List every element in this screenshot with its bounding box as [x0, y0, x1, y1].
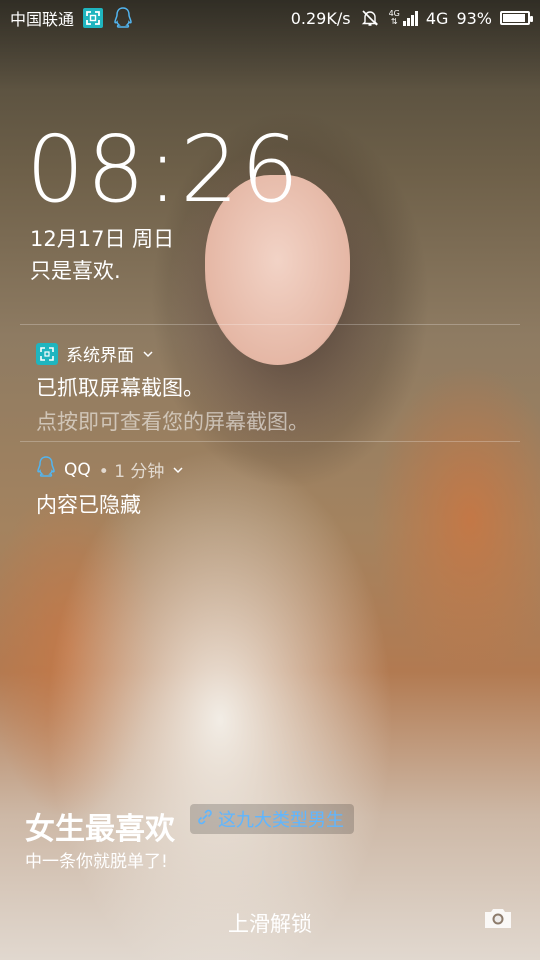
- status-bar: 中国联通 0.29K/s 4G ⇅ 4G 93%: [0, 0, 540, 36]
- carrier-label: 中国联通: [10, 10, 75, 29]
- qq-app-icon: [36, 456, 56, 483]
- chevron-down-icon[interactable]: [142, 344, 154, 364]
- lock-signature: 只是喜欢.: [30, 259, 121, 283]
- lock-clock: 08:26: [26, 116, 302, 223]
- notification-header: 系统界面: [36, 341, 504, 366]
- status-right: 0.29K/s 4G ⇅ 4G 93%: [290, 7, 533, 29]
- lock-date: 12月17日 周日: [30, 227, 175, 251]
- unlock-hint[interactable]: 上滑解锁: [0, 908, 540, 938]
- promo-link[interactable]: 这九大类型男生: [190, 804, 354, 834]
- divider: [20, 324, 520, 325]
- battery-percent: 93%: [456, 8, 492, 28]
- screenshot-app-icon: [36, 342, 58, 365]
- camera-icon[interactable]: [482, 905, 514, 931]
- promo-link-text: 这九大类型男生: [218, 810, 344, 831]
- network-speed: 0.29K/s: [290, 8, 351, 28]
- divider: [20, 441, 520, 442]
- promo-title: 女生最喜欢: [25, 812, 175, 847]
- link-icon: [196, 808, 214, 831]
- signal-icon: [402, 10, 418, 26]
- chevron-down-icon[interactable]: [172, 460, 184, 480]
- notification-qq[interactable]: QQ • 1 分钟 内容已隐藏: [36, 456, 504, 519]
- status-left: 中国联通: [10, 6, 134, 30]
- notification-title: 内容已隐藏: [36, 493, 141, 517]
- notification-subtitle: 点按即可查看您的屏幕截图。: [36, 410, 309, 434]
- battery-icon: [500, 11, 533, 25]
- notification-title: 已抓取屏幕截图。: [36, 376, 204, 400]
- screenshot-icon: [82, 7, 104, 29]
- data-arrows-icon: ⇅: [390, 17, 398, 26]
- notification-header: QQ • 1 分钟: [36, 456, 504, 483]
- mute-bell-icon: [359, 7, 381, 29]
- battery-fill: [503, 14, 526, 22]
- notification-app-name: QQ: [64, 459, 91, 480]
- notification-time: • 1 分钟: [98, 462, 165, 482]
- notification-screenshot[interactable]: 系统界面 已抓取屏幕截图。 点按即可查看您的屏幕截图。: [36, 341, 504, 436]
- qq-icon: [112, 7, 134, 29]
- network-type: 4G: [425, 8, 449, 28]
- promo-subtitle: 中一条你就脱单了!: [25, 852, 168, 872]
- notification-app-name: 系统界面: [66, 346, 134, 366]
